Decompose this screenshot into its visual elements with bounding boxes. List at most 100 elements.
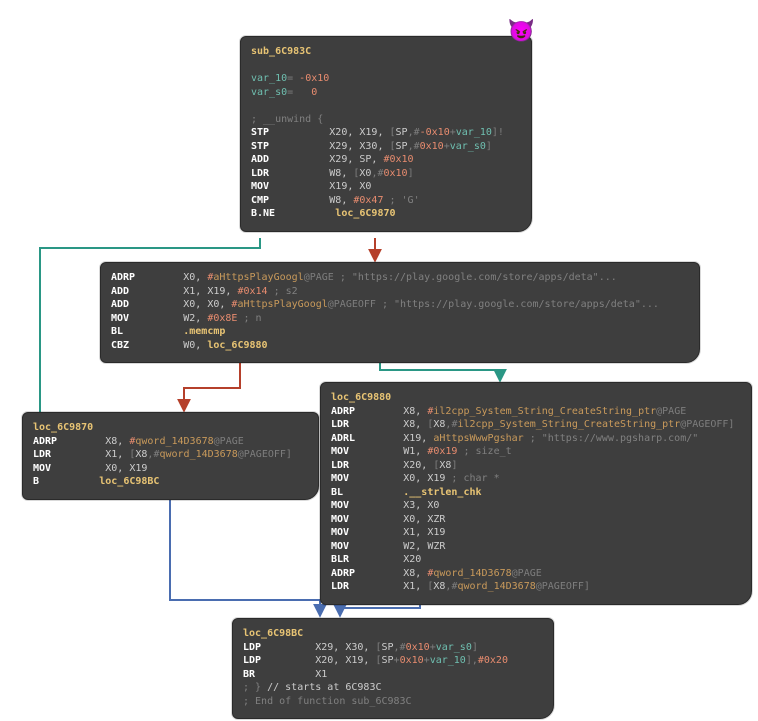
operands: X0, X19	[105, 463, 147, 474]
asm-row[interactable]: ADD X29, SP, #0x10	[251, 153, 521, 167]
asm-row[interactable]: LDP X29, X30, [SP,#0x10+var_s0]	[243, 641, 543, 655]
mnemonic: BLR	[331, 554, 403, 565]
mnemonic: ADRP	[111, 272, 183, 283]
block-loc-6C9880[interactable]: loc_6C9880 ADRP X8, #il2cpp_System_Strin…	[320, 382, 752, 605]
asm-row[interactable]: MOV X3, X0	[331, 499, 741, 513]
operands: W2, #0x8E ; n	[183, 313, 261, 324]
asm-row[interactable]: LDR X1, [X8,#qword_14D3678@PAGEOFF]	[33, 448, 308, 462]
var-val: -0x10	[299, 73, 329, 84]
asm-row[interactable]: STP X29, X30, [SP,#0x10+var_s0]	[251, 140, 521, 154]
asm-row[interactable]: LDR X8, [X8,#il2cpp_System_String_Create…	[331, 418, 741, 432]
mnemonic: STP	[251, 127, 329, 138]
mnemonic: LDR	[331, 419, 403, 430]
asm-row[interactable]: ADRP X8, #qword_14D3678@PAGE	[331, 567, 741, 581]
block-sub-6C983C[interactable]: 😈 sub_6C983C var_10= -0x10 var_s0= 0 ; _…	[240, 36, 532, 232]
end-of-func: ; End of function sub_6C983C	[243, 695, 543, 709]
operands: X8, #qword_14D3678@PAGE	[105, 436, 244, 447]
mnemonic: MOV	[331, 473, 403, 484]
asm-row[interactable]: B loc_6C98BC	[33, 475, 308, 489]
mnemonic: BR	[243, 669, 315, 680]
mnemonic: MOV	[331, 500, 403, 511]
operands: X19, X0	[329, 181, 371, 192]
operands: X1, [X8,#qword_14D3678@PAGEOFF]	[403, 581, 590, 592]
var-name: var_s0	[251, 87, 287, 98]
operands: W8, #0x47 ; 'G'	[329, 195, 419, 206]
block-loc-6C98BC[interactable]: loc_6C98BC LDP X29, X30, [SP,#0x10+var_s…	[232, 618, 554, 719]
operands: X0, #aHttpsPlayGoogl@PAGE ; "https://pla…	[183, 272, 617, 283]
block-memcmp[interactable]: ADRP X0, #aHttpsPlayGoogl@PAGE ; "https:…	[100, 262, 700, 363]
operands: W1, #0x19 ; size_t	[403, 446, 511, 457]
mnemonic: MOV	[251, 181, 329, 192]
unwind-close: ; } // starts at 6C983C	[243, 681, 543, 695]
asm-row[interactable]: MOV W1, #0x19 ; size_t	[331, 445, 741, 459]
mnemonic: LDR	[331, 460, 403, 471]
asm-row[interactable]: LDR X1, [X8,#qword_14D3678@PAGEOFF]	[331, 580, 741, 594]
mnemonic: B.NE	[251, 208, 335, 219]
operands: X29, SP, #0x10	[329, 154, 413, 165]
operands: .memcmp	[183, 326, 225, 337]
asm-row[interactable]: ADRP X0, #aHttpsPlayGoogl@PAGE ; "https:…	[111, 271, 689, 285]
operands: W2, WZR	[403, 541, 445, 552]
var-name: var_10	[251, 73, 287, 84]
mnemonic: B	[33, 476, 99, 487]
mnemonic: BL	[331, 487, 403, 498]
operands: X0, X0, #aHttpsPlayGoogl@PAGEOFF ; "http…	[183, 299, 659, 310]
block-title: sub_6C983C	[251, 46, 311, 57]
asm-row[interactable]: B.NE loc_6C9870	[251, 207, 521, 221]
asm-row[interactable]: CMP W8, #0x47 ; 'G'	[251, 194, 521, 208]
operands: X20, X19, [SP+0x10+var_10],#0x20	[315, 655, 508, 666]
asm-row[interactable]: CBZ W0, loc_6C9880	[111, 339, 689, 353]
asm-row[interactable]: MOV X0, XZR	[331, 513, 741, 527]
devil-icon: 😈	[508, 17, 535, 47]
asm-row[interactable]: MOV W2, #0x8E ; n	[111, 312, 689, 326]
var-val: 0	[311, 87, 317, 98]
asm-row[interactable]: BL .memcmp	[111, 325, 689, 339]
operands: W8, [X0,#0x10]	[329, 168, 413, 179]
operands: X8, #qword_14D3678@PAGE	[403, 568, 542, 579]
block-loc-6C9870[interactable]: loc_6C9870 ADRP X8, #qword_14D3678@PAGEL…	[22, 412, 319, 500]
mnemonic: ADRP	[33, 436, 105, 447]
asm-row[interactable]: LDR X20, [X8]	[331, 459, 741, 473]
operands: X20	[403, 554, 421, 565]
mnemonic: MOV	[331, 541, 403, 552]
mnemonic: ADRL	[331, 433, 403, 444]
asm-row[interactable]: ADRP X8, #il2cpp_System_String_CreateStr…	[331, 405, 741, 419]
asm-row[interactable]: ADD X1, X19, #0x14 ; s2	[111, 285, 689, 299]
mnemonic: ADD	[251, 154, 329, 165]
mnemonic: LDP	[243, 642, 315, 653]
operands: loc_6C9870	[335, 208, 395, 219]
mnemonic: ADRP	[331, 568, 403, 579]
mnemonic: MOV	[331, 527, 403, 538]
asm-row[interactable]: ADRP X8, #qword_14D3678@PAGE	[33, 435, 308, 449]
asm-row[interactable]: ADRL X19, aHttpsWwwPgshar ; "https://www…	[331, 432, 741, 446]
asm-row[interactable]: MOV X0, X19	[33, 462, 308, 476]
mnemonic: MOV	[331, 446, 403, 457]
mnemonic: LDR	[33, 449, 105, 460]
operands: X20, X19, [SP,#-0x10+var_10]!	[329, 127, 504, 138]
asm-row[interactable]: LDR W8, [X0,#0x10]	[251, 167, 521, 181]
block-label: loc_6C98BC	[243, 628, 303, 639]
operands: loc_6C98BC	[99, 476, 159, 487]
operands: X3, X0	[403, 500, 439, 511]
mnemonic: LDR	[251, 168, 329, 179]
asm-row[interactable]: BR X1	[243, 668, 543, 682]
mnemonic: STP	[251, 141, 329, 152]
operands: X29, X30, [SP,#0x10+var_s0]	[315, 642, 478, 653]
operands: X0, XZR	[403, 514, 445, 525]
asm-row[interactable]: ADD X0, X0, #aHttpsPlayGoogl@PAGEOFF ; "…	[111, 298, 689, 312]
asm-row[interactable]: STP X20, X19, [SP,#-0x10+var_10]!	[251, 126, 521, 140]
mnemonic: MOV	[33, 463, 105, 474]
asm-row[interactable]: MOV W2, WZR	[331, 540, 741, 554]
operands: X8, [X8,#il2cpp_System_String_CreateStri…	[403, 419, 734, 430]
asm-row[interactable]: BL .__strlen_chk	[331, 486, 741, 500]
asm-row[interactable]: MOV X19, X0	[251, 180, 521, 194]
mnemonic: MOV	[111, 313, 183, 324]
asm-row[interactable]: MOV X0, X19 ; char *	[331, 472, 741, 486]
operands: X19, aHttpsWwwPgshar ; "https://www.pgsh…	[403, 433, 698, 444]
asm-row[interactable]: BLR X20	[331, 553, 741, 567]
cfg-canvas: 😈 sub_6C983C var_10= -0x10 var_s0= 0 ; _…	[0, 0, 758, 721]
operands: W0, loc_6C9880	[183, 340, 267, 351]
asm-row[interactable]: LDP X20, X19, [SP+0x10+var_10],#0x20	[243, 654, 543, 668]
asm-row[interactable]: MOV X1, X19	[331, 526, 741, 540]
mnemonic: MOV	[331, 514, 403, 525]
